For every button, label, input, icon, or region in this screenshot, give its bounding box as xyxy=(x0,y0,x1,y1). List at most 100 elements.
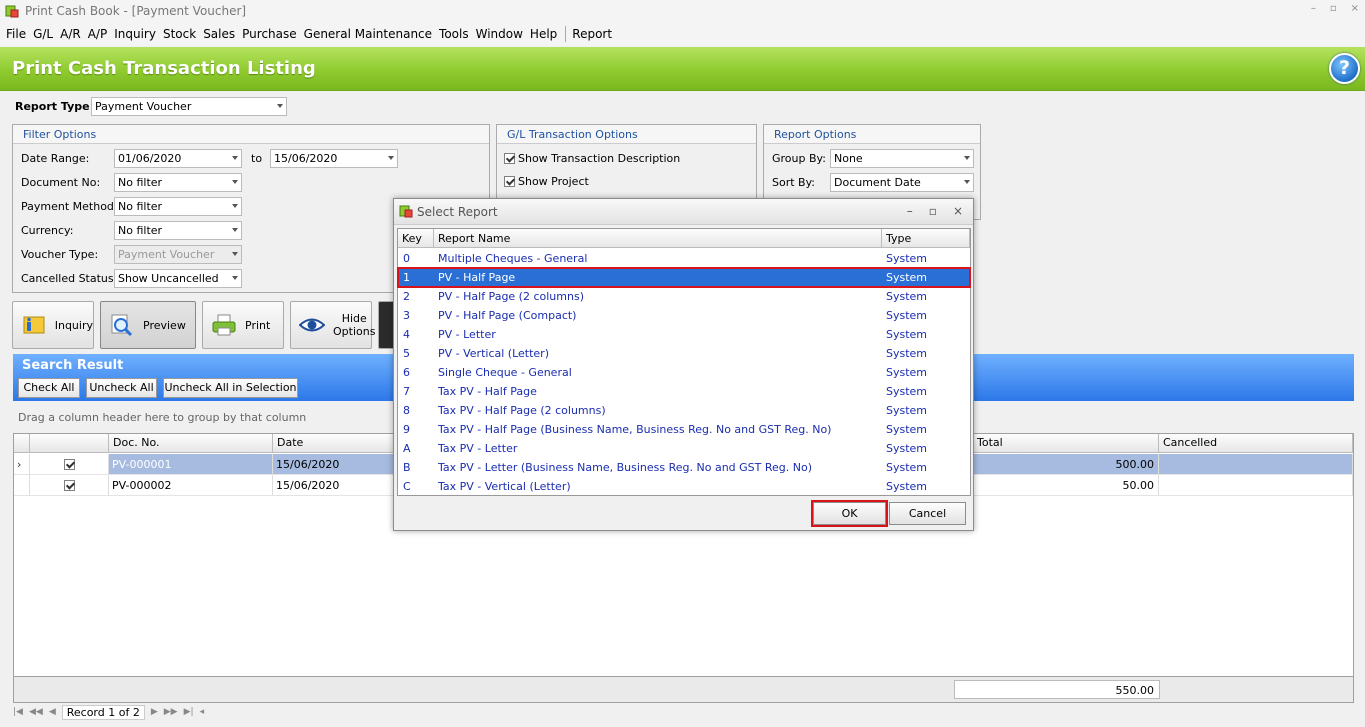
report-name-header[interactable]: Report Name xyxy=(434,229,882,248)
document-no-select[interactable]: No filter xyxy=(114,173,242,192)
report-list-item[interactable]: 0 Multiple Cheques - General System xyxy=(398,249,970,268)
report-name: Tax PV - Half Page xyxy=(438,385,537,398)
table-cell-total[interactable]: 500.00 xyxy=(973,454,1159,475)
window-titlebar: Print Cash Book - [Payment Voucher] – ▫ … xyxy=(0,0,1365,22)
payment-method-value: No filter xyxy=(118,200,163,213)
total-header[interactable]: Total xyxy=(973,434,1159,453)
table-cell-cancelled[interactable] xyxy=(1159,475,1353,496)
report-key: 6 xyxy=(403,366,410,379)
report-list-item[interactable]: 8 Tax PV - Half Page (2 columns) System xyxy=(398,401,970,420)
menu-purchase[interactable]: Purchase xyxy=(242,27,297,41)
doc-no-header[interactable]: Doc. No. xyxy=(109,434,273,453)
menu-stock[interactable]: Stock xyxy=(163,27,196,41)
prev-page-icon[interactable]: ◀◀ xyxy=(29,707,43,717)
menu-tools[interactable]: Tools xyxy=(439,27,469,41)
show-description-label: Show Transaction Description xyxy=(518,152,681,165)
prev-record-icon[interactable]: ◀ xyxy=(49,707,56,717)
table-row-checkbox-cell[interactable] xyxy=(30,454,109,475)
row-indicator-header xyxy=(14,434,30,453)
check-all-button[interactable]: Check All xyxy=(18,378,80,398)
table-cell-cancelled[interactable] xyxy=(1159,454,1353,475)
dialog-restore-button[interactable]: ▫ xyxy=(929,204,937,218)
cancel-button[interactable]: Cancel xyxy=(889,502,966,525)
scroll-left-icon[interactable]: ◂ xyxy=(200,707,205,717)
hide-options-button[interactable]: Hide Options xyxy=(290,301,375,349)
menu-window[interactable]: Window xyxy=(476,27,523,41)
report-list-item[interactable]: 5 PV - Vertical (Letter) System xyxy=(398,344,970,363)
menu-help[interactable]: Help xyxy=(530,27,557,41)
dialog-app-icon xyxy=(399,205,413,218)
report-list-item[interactable]: 3 PV - Half Page (Compact) System xyxy=(398,306,970,325)
close-window-button[interactable]: × xyxy=(1351,3,1359,14)
menu-inquiry[interactable]: Inquiry xyxy=(114,27,156,41)
uncheck-selection-button[interactable]: Uncheck All in Selection xyxy=(163,378,298,398)
report-list-item[interactable]: B Tax PV - Letter (Business Name, Busines… xyxy=(398,458,970,477)
magnifier-icon xyxy=(109,312,135,338)
menu-ar[interactable]: A/R xyxy=(60,27,81,41)
report-type: System xyxy=(886,442,928,455)
table-cell-doc-no[interactable]: PV-000001 xyxy=(109,454,273,475)
key-header[interactable]: Key xyxy=(398,229,434,248)
report-name: Tax PV - Half Page (Business Name, Busin… xyxy=(438,423,832,436)
check-column-header[interactable] xyxy=(30,434,109,453)
date-to-value: 15/06/2020 xyxy=(274,152,338,165)
inquiry-icon xyxy=(21,312,47,338)
dialog-minimize-button[interactable]: – xyxy=(907,204,913,218)
report-name: PV - Letter xyxy=(438,328,496,341)
menu-gl[interactable]: G/L xyxy=(33,27,53,41)
last-record-icon[interactable]: ▶| xyxy=(184,707,194,717)
next-page-icon[interactable]: ▶▶ xyxy=(164,707,178,717)
voucher-type-value: Payment Voucher xyxy=(118,248,215,261)
table-row-checkbox-cell[interactable] xyxy=(30,475,109,496)
menu-general-maintenance[interactable]: General Maintenance xyxy=(304,27,432,41)
payment-method-select[interactable]: No filter xyxy=(114,197,242,216)
menu-report[interactable]: Report xyxy=(572,27,612,41)
report-list-item[interactable]: 2 PV - Half Page (2 columns) System xyxy=(398,287,970,306)
uncheck-all-button[interactable]: Uncheck All xyxy=(86,378,157,398)
first-record-icon[interactable]: |◀ xyxy=(13,707,23,717)
report-name: PV - Half Page (2 columns) xyxy=(438,290,584,303)
date-from-field[interactable]: 01/06/2020 xyxy=(114,149,242,168)
show-project-checkbox[interactable] xyxy=(504,176,515,187)
date-from-value: 01/06/2020 xyxy=(118,152,182,165)
print-button[interactable]: Print xyxy=(202,301,284,349)
page-title: Print Cash Transaction Listing xyxy=(12,58,316,79)
table-cell-doc-no[interactable]: PV-000002 xyxy=(109,475,273,496)
preview-button[interactable]: Preview xyxy=(100,301,196,349)
sort-by-select[interactable]: Document Date xyxy=(830,173,974,192)
report-name: Single Cheque - General xyxy=(438,366,572,379)
row-checkbox[interactable] xyxy=(64,480,75,491)
report-list-item[interactable]: 4 PV - Letter System xyxy=(398,325,970,344)
report-list-item[interactable]: 1 PV - Half Page System xyxy=(397,267,971,288)
help-icon[interactable]: ? xyxy=(1329,53,1360,84)
report-list-item[interactable]: 7 Tax PV - Half Page System xyxy=(398,382,970,401)
show-description-checkbox[interactable] xyxy=(504,153,515,164)
print-label: Print xyxy=(245,318,271,332)
menu-sales[interactable]: Sales xyxy=(203,27,235,41)
report-list-item[interactable]: 9 Tax PV - Half Page (Business Name, Busi… xyxy=(398,420,970,439)
dialog-close-button[interactable]: × xyxy=(953,204,963,218)
cancelled-status-select[interactable]: Show Uncancelled xyxy=(114,269,242,288)
minimize-button[interactable]: – xyxy=(1311,3,1316,14)
gl-options-title: G/L Transaction Options xyxy=(497,125,756,144)
currency-select[interactable]: No filter xyxy=(114,221,242,240)
menu-file[interactable]: File xyxy=(6,27,26,41)
report-list-item[interactable]: C Tax PV - Vertical (Letter) System xyxy=(398,477,970,496)
group-by-select[interactable]: None xyxy=(830,149,974,168)
group-by-label: Group By: xyxy=(772,152,826,165)
date-to-field[interactable]: 15/06/2020 xyxy=(270,149,398,168)
table-cell-total[interactable]: 50.00 xyxy=(973,475,1159,496)
report-type: System xyxy=(886,347,928,360)
menu-ap[interactable]: A/P xyxy=(88,27,108,41)
report-list-item[interactable]: 6 Single Cheque - General System xyxy=(398,363,970,382)
row-checkbox[interactable] xyxy=(64,459,75,470)
report-type-select[interactable]: Payment Voucher xyxy=(91,97,287,116)
inquiry-button[interactable]: Inquiry xyxy=(12,301,94,349)
cancelled-header[interactable]: Cancelled xyxy=(1159,434,1353,453)
restore-button[interactable]: ▫ xyxy=(1330,3,1337,14)
currency-value: No filter xyxy=(118,224,163,237)
report-list-item[interactable]: A Tax PV - Letter System xyxy=(398,439,970,458)
report-key: A xyxy=(403,442,411,455)
type-header[interactable]: Type xyxy=(882,229,970,248)
next-record-icon[interactable]: ▶ xyxy=(151,707,158,717)
